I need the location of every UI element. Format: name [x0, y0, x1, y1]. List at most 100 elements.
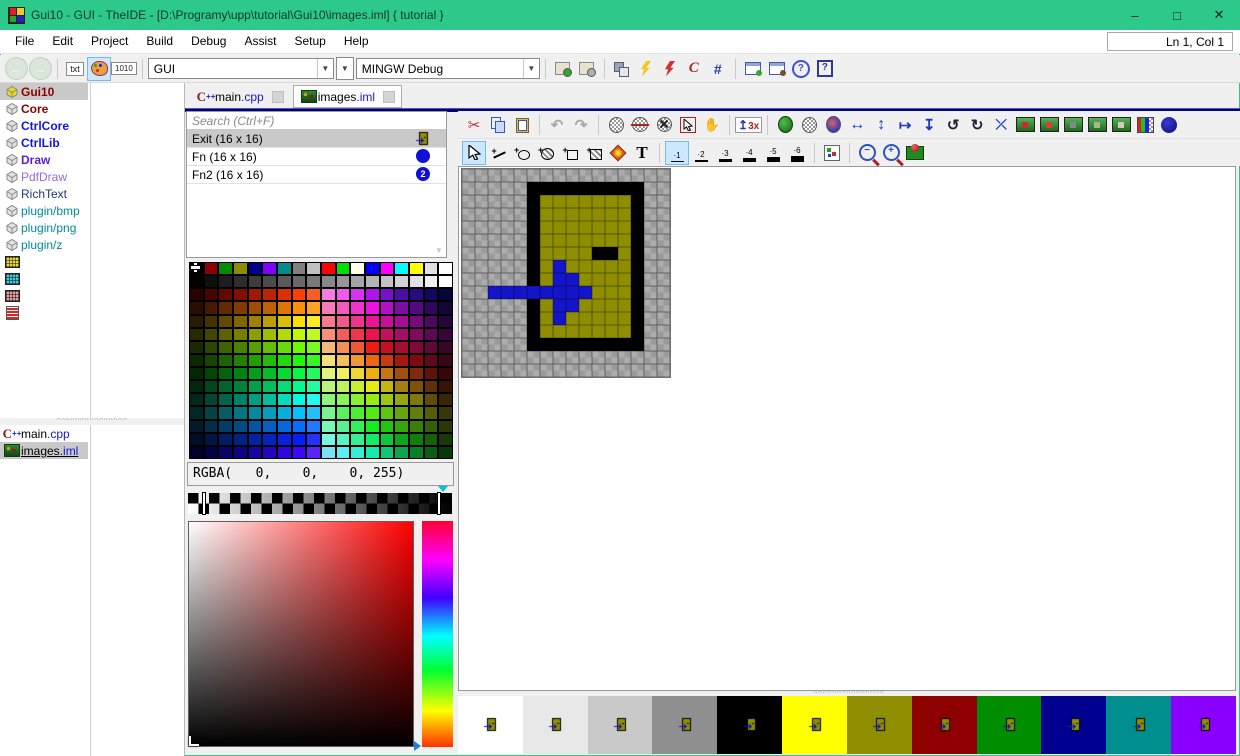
palette-spectrum-7-3[interactable]	[233, 380, 248, 393]
pixel-6-12[interactable]	[540, 325, 553, 338]
pixel-15-5[interactable]	[657, 234, 670, 247]
filled-rect-tool-button[interactable]: +	[582, 141, 606, 165]
layers-icon[interactable]	[610, 57, 634, 81]
fill-tool-button[interactable]	[606, 141, 630, 165]
palette-spectrum-12-14[interactable]	[394, 446, 409, 459]
pixel-4-8[interactable]	[514, 273, 527, 286]
set-image-button[interactable]	[773, 113, 797, 137]
pixel-1-14[interactable]	[475, 351, 488, 364]
pixel-5-10[interactable]	[527, 299, 540, 312]
pixel-15-15[interactable]	[657, 364, 670, 377]
palette-spectrum-2-6[interactable]	[277, 315, 292, 328]
palette-spectrum-10-0[interactable]	[189, 420, 204, 433]
palette-spectrum-6-3[interactable]	[233, 367, 248, 380]
palette-spectrum-12-8[interactable]	[306, 446, 321, 459]
zoom-out-button[interactable]: −	[855, 141, 879, 165]
palette-spectrum-11-14[interactable]	[394, 433, 409, 446]
pixel-0-12[interactable]	[462, 325, 475, 338]
pixel-10-10[interactable]	[592, 299, 605, 312]
palette-spectrum-7-16[interactable]	[424, 380, 439, 393]
palette-spectrum-5-2[interactable]	[218, 354, 233, 367]
pixel-0-10[interactable]	[462, 299, 475, 312]
pixel-13-10[interactable]	[631, 299, 644, 312]
palette-spectrum-12-7[interactable]	[292, 446, 307, 459]
paste-transparent-button[interactable]	[604, 113, 628, 137]
pixel-6-9[interactable]	[540, 286, 553, 299]
shift-vertical-button[interactable]: ↧	[917, 113, 941, 137]
pen-4-button[interactable]: ·4	[737, 141, 761, 165]
palette-spectrum-8-6[interactable]	[277, 393, 292, 406]
pixel-editing-grid[interactable]	[461, 168, 671, 378]
pixel-7-15[interactable]	[553, 364, 566, 377]
palette-spectrum-8-1[interactable]	[204, 393, 219, 406]
image-variant-4-button[interactable]	[1085, 113, 1109, 137]
pixel-13-3[interactable]	[631, 208, 644, 221]
palette-spectrum-4-3[interactable]	[233, 341, 248, 354]
palette-spectrum-9-16[interactable]	[424, 406, 439, 419]
palette-spectrum-4-16[interactable]	[424, 341, 439, 354]
palette-spectrum-5-11[interactable]	[350, 354, 365, 367]
palette-spectrum-1-13[interactable]	[380, 301, 395, 314]
pixel-2-0[interactable]	[488, 169, 501, 182]
palette-spectrum-0-16[interactable]	[424, 288, 439, 301]
palette-spectrum-7-9[interactable]	[321, 380, 336, 393]
tab-main-cpp[interactable]: C++main.cpp	[190, 85, 291, 108]
palette-spectrum-6-14[interactable]	[394, 367, 409, 380]
palette-spectrum-2-9[interactable]	[321, 315, 336, 328]
palette-spectrum-4-1[interactable]	[204, 341, 219, 354]
palette-spectrum-6-1[interactable]	[204, 367, 219, 380]
menu-item-build[interactable]: Build	[137, 34, 182, 48]
select-tool-button[interactable]	[462, 141, 486, 165]
palette-spectrum-5-8[interactable]	[306, 354, 321, 367]
palette-spectrum-5-13[interactable]	[380, 354, 395, 367]
palette-gray-2[interactable]	[218, 275, 233, 288]
pixel-14-5[interactable]	[644, 234, 657, 247]
palette-spectrum-8-11[interactable]	[350, 393, 365, 406]
pixel-7-6[interactable]	[553, 247, 566, 260]
pixel-0-15[interactable]	[462, 364, 475, 377]
palette-spectrum-3-16[interactable]	[424, 328, 439, 341]
pixel-12-14[interactable]	[618, 351, 631, 364]
preview-swatch-0[interactable]	[458, 696, 523, 754]
palette-named-11[interactable]	[350, 262, 365, 275]
palette-spectrum-8-16[interactable]	[424, 393, 439, 406]
clear-selection-button[interactable]	[652, 113, 676, 137]
palette-named-7[interactable]	[292, 262, 307, 275]
palette-spectrum-2-0[interactable]	[189, 315, 204, 328]
pixel-4-6[interactable]	[514, 247, 527, 260]
make-transparent-button[interactable]	[797, 113, 821, 137]
minimize-button[interactable]: –	[1114, 0, 1156, 30]
pixel-2-7[interactable]	[488, 260, 501, 273]
palette-spectrum-6-11[interactable]	[350, 367, 365, 380]
pixel-11-13[interactable]	[605, 338, 618, 351]
pixel-5-2[interactable]	[527, 195, 540, 208]
pixel-10-2[interactable]	[592, 195, 605, 208]
package-item-pluginz[interactable]: plugin/z	[0, 236, 184, 253]
pixel-8-5[interactable]	[566, 234, 579, 247]
alpha-slider[interactable]	[188, 493, 452, 514]
palette-spectrum-10-6[interactable]	[277, 420, 292, 433]
c-language-icon[interactable]: C	[682, 57, 706, 81]
palette-gray-8[interactable]	[306, 275, 321, 288]
pixel-7-10[interactable]	[553, 299, 566, 312]
debug-icon[interactable]	[658, 57, 682, 81]
palette-spectrum-6-6[interactable]	[277, 367, 292, 380]
pixel-1-3[interactable]	[475, 208, 488, 221]
pixel-7-7[interactable]	[553, 260, 566, 273]
pixel-11-2[interactable]	[605, 195, 618, 208]
pixel-12-0[interactable]	[618, 169, 631, 182]
pixel-11-14[interactable]	[605, 351, 618, 364]
pixel-0-6[interactable]	[462, 247, 475, 260]
palette-spectrum-1-12[interactable]	[365, 301, 380, 314]
pixel-8-1[interactable]	[566, 182, 579, 195]
pixel-9-13[interactable]	[579, 338, 592, 351]
palette-spectrum-1-6[interactable]	[277, 301, 292, 314]
palette-spectrum-12-16[interactable]	[424, 446, 439, 459]
palette-gray-3[interactable]	[233, 275, 248, 288]
palette-spectrum-2-17[interactable]	[438, 315, 453, 328]
palette-spectrum-4-7[interactable]	[292, 341, 307, 354]
pixel-10-0[interactable]	[592, 169, 605, 182]
pixel-9-14[interactable]	[579, 351, 592, 364]
pixel-12-5[interactable]	[618, 234, 631, 247]
pixel-7-8[interactable]	[553, 273, 566, 286]
